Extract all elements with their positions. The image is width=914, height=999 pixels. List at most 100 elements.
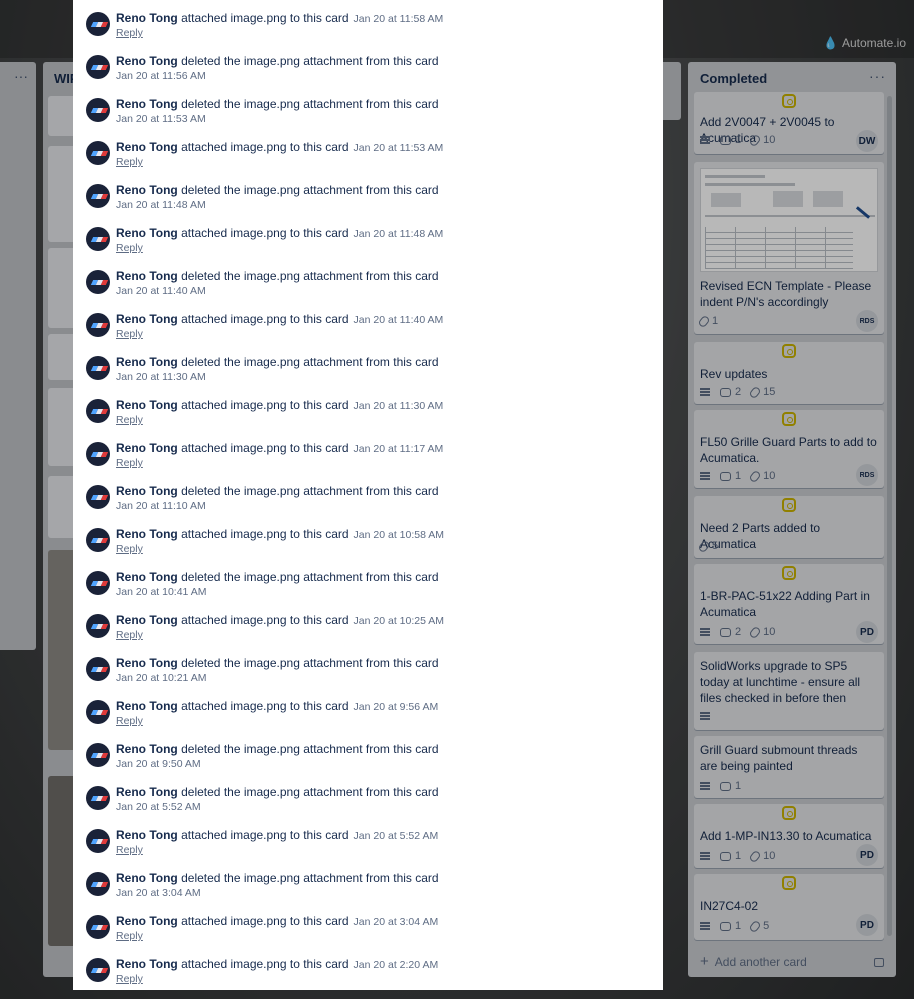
- activity-user-name[interactable]: Reno Tong: [116, 54, 178, 68]
- list-title-completed[interactable]: Completed: [700, 71, 767, 86]
- member-avatar[interactable]: PD: [856, 844, 878, 866]
- reply-link[interactable]: Reply: [116, 456, 143, 470]
- reply-link[interactable]: Reply: [116, 413, 143, 427]
- member-avatar[interactable]: DW: [856, 130, 878, 152]
- activity-timestamp[interactable]: Jan 20 at 11:40 AM: [116, 284, 206, 298]
- reply-link[interactable]: Reply: [116, 155, 143, 169]
- activity-user-name[interactable]: Reno Tong: [116, 97, 178, 111]
- activity-timestamp[interactable]: Jan 20 at 11:48 AM: [354, 228, 444, 240]
- user-avatar[interactable]: [86, 915, 110, 939]
- card-item[interactable]: Grill Guard submount threads are being p…: [694, 736, 884, 798]
- card-item[interactable]: Rev updates 2 15: [694, 342, 884, 404]
- member-avatar[interactable]: RDS: [856, 464, 878, 486]
- activity-timestamp[interactable]: Jan 20 at 10:58 AM: [354, 529, 444, 541]
- card-item[interactable]: FL50 Grille Guard Parts to add to Acumat…: [694, 410, 884, 488]
- reply-link[interactable]: Reply: [116, 327, 143, 341]
- user-avatar[interactable]: [86, 313, 110, 337]
- activity-user-name[interactable]: Reno Tong: [116, 140, 178, 154]
- user-avatar[interactable]: [86, 12, 110, 36]
- add-card-button[interactable]: + Add another card: [700, 954, 884, 969]
- activity-user-name[interactable]: Reno Tong: [116, 785, 178, 799]
- list-menu-icon[interactable]: ···: [869, 68, 886, 84]
- activity-user-name[interactable]: Reno Tong: [116, 613, 178, 627]
- automate-io-button[interactable]: 💧 Automate.io: [823, 36, 906, 50]
- reply-link[interactable]: Reply: [116, 26, 143, 40]
- list-wip[interactable]: WIP: [43, 62, 79, 977]
- activity-user-name[interactable]: Reno Tong: [116, 828, 178, 842]
- activity-timestamp[interactable]: Jan 20 at 3:04 AM: [354, 916, 439, 928]
- reply-link[interactable]: Reply: [116, 714, 143, 728]
- card-template-icon[interactable]: [874, 957, 884, 967]
- activity-user-name[interactable]: Reno Tong: [116, 527, 178, 541]
- card-item[interactable]: Need 2 Parts added to Acumatica 5: [694, 496, 884, 558]
- card-item[interactable]: Add 1-MP-IN13.30 to Acumatica 1 10 PD: [694, 804, 884, 868]
- card-item[interactable]: IN27C4-02 1 5 PD: [694, 874, 884, 940]
- activity-timestamp[interactable]: Jan 20 at 11:10 AM: [116, 499, 206, 513]
- activity-user-name[interactable]: Reno Tong: [116, 312, 178, 326]
- user-avatar[interactable]: [86, 614, 110, 638]
- activity-timestamp[interactable]: Jan 20 at 10:41 AM: [116, 585, 206, 599]
- member-avatar[interactable]: PD: [856, 621, 878, 643]
- activity-user-name[interactable]: Reno Tong: [116, 699, 178, 713]
- user-avatar[interactable]: [86, 356, 110, 380]
- reply-link[interactable]: Reply: [116, 542, 143, 556]
- activity-timestamp[interactable]: Jan 20 at 11:30 AM: [354, 400, 444, 412]
- card-item[interactable]: Revised ECN Template - Please indent P/N…: [694, 162, 884, 334]
- activity-user-name[interactable]: Reno Tong: [116, 11, 178, 25]
- activity-user-name[interactable]: Reno Tong: [116, 355, 178, 369]
- activity-timestamp[interactable]: Jan 20 at 11:40 AM: [354, 314, 444, 326]
- user-avatar[interactable]: [86, 571, 110, 595]
- activity-user-name[interactable]: Reno Tong: [116, 183, 178, 197]
- user-avatar[interactable]: [86, 399, 110, 423]
- activity-user-name[interactable]: Reno Tong: [116, 441, 178, 455]
- activity-timestamp[interactable]: Jan 20 at 10:21 AM: [116, 671, 206, 685]
- activity-user-name[interactable]: Reno Tong: [116, 914, 178, 928]
- activity-user-name[interactable]: Reno Tong: [116, 570, 178, 584]
- activity-timestamp[interactable]: Jan 20 at 9:50 AM: [116, 757, 201, 771]
- wip-card[interactable]: [48, 248, 73, 328]
- activity-user-name[interactable]: Reno Tong: [116, 226, 178, 240]
- activity-timestamp[interactable]: Jan 20 at 11:53 AM: [354, 142, 444, 154]
- user-avatar[interactable]: [86, 528, 110, 552]
- wip-card[interactable]: [48, 96, 73, 136]
- activity-timestamp[interactable]: Jan 20 at 10:25 AM: [354, 615, 444, 627]
- user-avatar[interactable]: [86, 700, 110, 724]
- card-item[interactable]: Add 2V0047 + 2V0045 to Acumatica 1 10 DW: [694, 92, 884, 154]
- reply-link[interactable]: Reply: [116, 628, 143, 642]
- user-avatar[interactable]: [86, 141, 110, 165]
- list-left-stub[interactable]: ···: [0, 62, 36, 650]
- activity-user-name[interactable]: Reno Tong: [116, 742, 178, 756]
- activity-user-name[interactable]: Reno Tong: [116, 656, 178, 670]
- user-avatar[interactable]: [86, 55, 110, 79]
- activity-timestamp[interactable]: Jan 20 at 11:30 AM: [116, 370, 206, 384]
- user-avatar[interactable]: [86, 270, 110, 294]
- activity-timestamp[interactable]: Jan 20 at 9:56 AM: [354, 701, 439, 713]
- user-avatar[interactable]: [86, 98, 110, 122]
- user-avatar[interactable]: [86, 786, 110, 810]
- wip-card[interactable]: [48, 146, 73, 242]
- user-avatar[interactable]: [86, 958, 110, 982]
- activity-timestamp[interactable]: Jan 20 at 11:56 AM: [116, 69, 206, 83]
- activity-timestamp[interactable]: Jan 20 at 11:17 AM: [354, 443, 444, 455]
- member-avatar[interactable]: PD: [856, 914, 878, 936]
- reply-link[interactable]: Reply: [116, 972, 143, 986]
- member-avatar[interactable]: RDS: [856, 310, 878, 332]
- user-avatar[interactable]: [86, 657, 110, 681]
- user-avatar[interactable]: [86, 743, 110, 767]
- wip-card[interactable]: [48, 334, 73, 380]
- card-item[interactable]: 1-BR-PAC-51x22 Adding Part in Acumatica …: [694, 564, 884, 644]
- activity-timestamp[interactable]: Jan 20 at 11:53 AM: [116, 112, 206, 126]
- activity-timestamp[interactable]: Jan 20 at 5:52 AM: [354, 830, 439, 842]
- wip-card[interactable]: [48, 550, 73, 750]
- reply-link[interactable]: Reply: [116, 241, 143, 255]
- activity-timestamp[interactable]: Jan 20 at 3:04 AM: [116, 886, 201, 900]
- list-scrollbar[interactable]: [887, 96, 892, 936]
- user-avatar[interactable]: [86, 872, 110, 896]
- activity-timestamp[interactable]: Jan 20 at 5:52 AM: [116, 800, 201, 814]
- user-avatar[interactable]: [86, 184, 110, 208]
- reply-link[interactable]: Reply: [116, 843, 143, 857]
- list-completed[interactable]: Completed ··· Add 2V0047 + 2V0045 to Acu…: [688, 62, 896, 977]
- user-avatar[interactable]: [86, 442, 110, 466]
- activity-timestamp[interactable]: Jan 20 at 11:58 AM: [354, 13, 444, 25]
- wip-card[interactable]: [48, 776, 73, 946]
